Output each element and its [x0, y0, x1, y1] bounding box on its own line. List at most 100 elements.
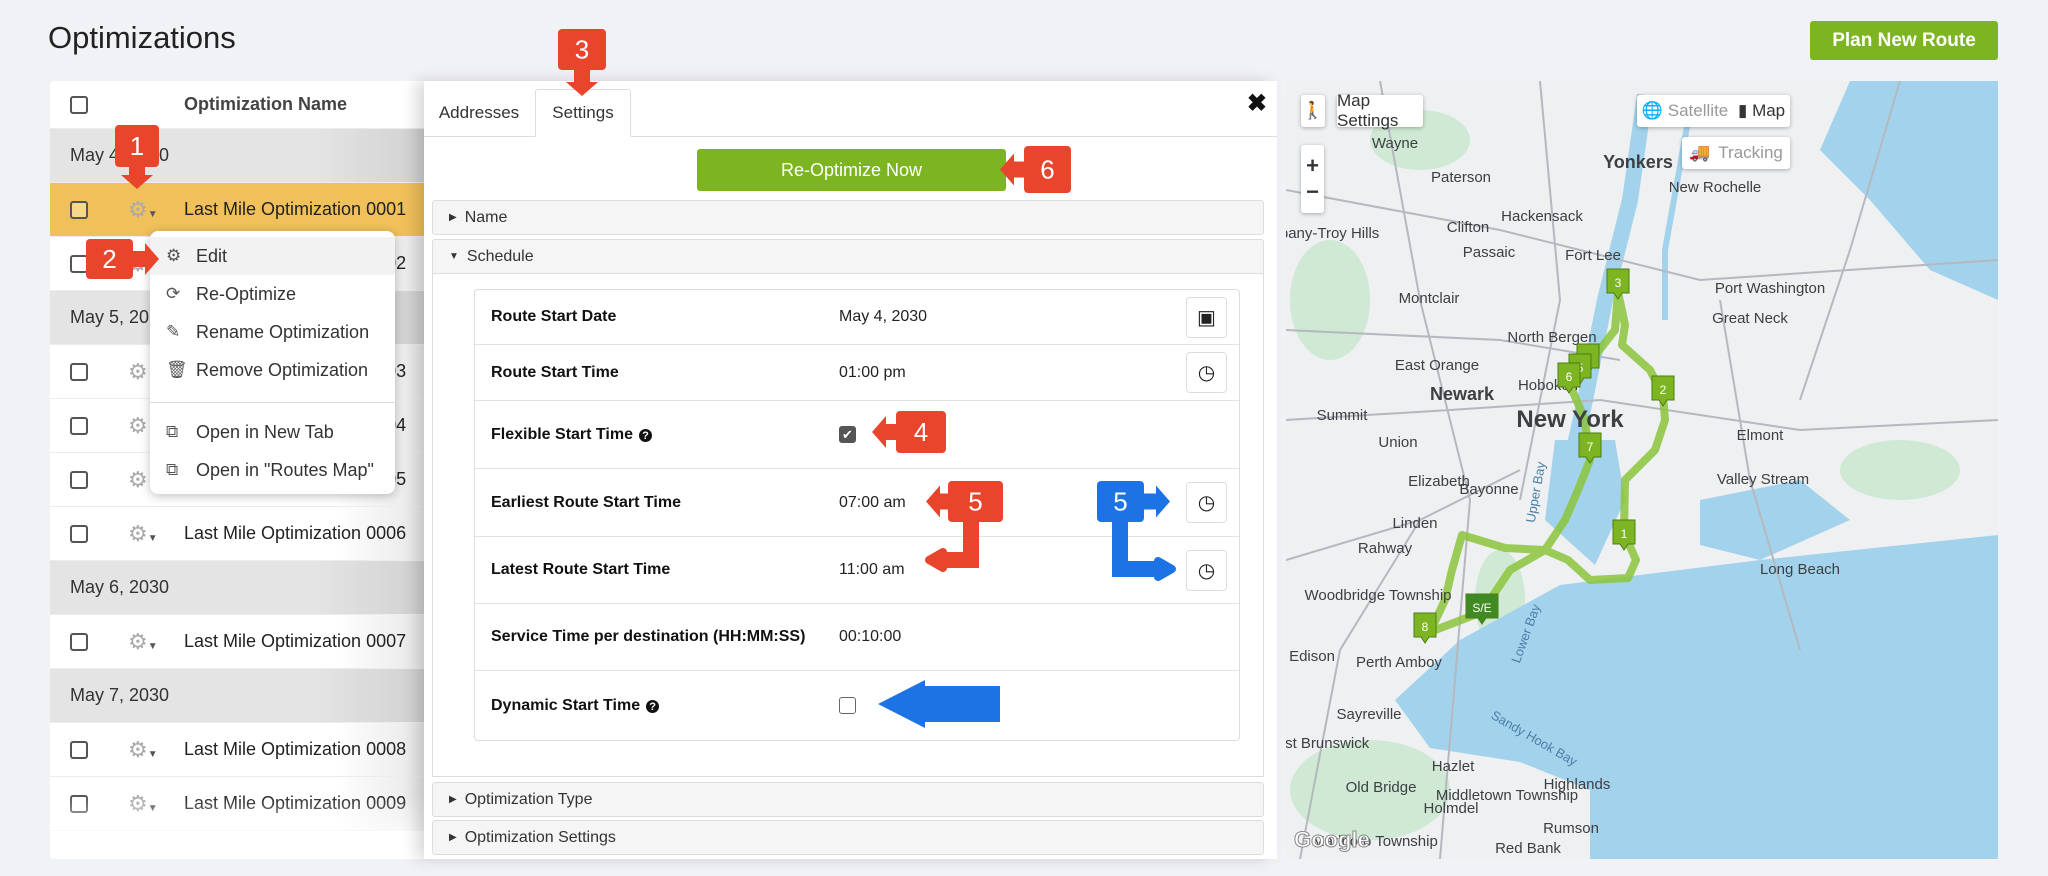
row-checkbox[interactable] [70, 524, 88, 543]
row-checkbox[interactable] [70, 794, 88, 813]
help-icon[interactable]: ? [646, 700, 660, 713]
tab-addresses[interactable]: Addresses [424, 89, 534, 137]
gear-menu-button[interactable]: ⚙▼ [128, 791, 162, 817]
schedule-row: Flexible Start Time? ✔ [475, 401, 1239, 469]
row-checkbox[interactable] [70, 632, 88, 651]
section-schedule[interactable]: ▼ Schedule [432, 239, 1264, 274]
checkbox[interactable] [839, 697, 856, 714]
row-checkbox[interactable] [70, 200, 88, 219]
zoom-out-button[interactable]: − [1306, 179, 1319, 205]
select-all-checkbox[interactable] [70, 95, 88, 114]
menu-item-label: Open in "Routes Map" [196, 459, 374, 480]
map-place-label: Hazlet [1432, 758, 1475, 775]
map-place-label: Passaic [1463, 244, 1516, 261]
map-place-label: Highlands [1544, 776, 1611, 793]
section-name[interactable]: ▶ Name [432, 200, 1264, 235]
calendar-button[interactable]: ▣ [1186, 296, 1227, 338]
schedule-value[interactable]: 11:00 am [839, 561, 905, 579]
date-group-header: May 7, 2030 [50, 669, 430, 723]
schedule-label: Latest Route Start Time [475, 561, 839, 579]
menu-item-open-in-routes-map[interactable]: ⧉ Open in "Routes Map" [150, 451, 395, 489]
map-place-label: Union [1378, 434, 1417, 451]
map-label: Map [1752, 101, 1786, 120]
marker-label: 2 [1660, 383, 1667, 397]
schedule-label: Earliest Route Start Time [475, 494, 839, 512]
row-checkbox[interactable] [70, 740, 88, 759]
list-item[interactable]: ⚙▼ Last Mile Optimization 0006 [50, 507, 430, 561]
re-optimize-now-button[interactable]: Re-Optimize Now [697, 149, 1006, 191]
google-logo: Google [1294, 827, 1371, 853]
gear-menu-button[interactable]: ⚙▼ [128, 737, 162, 763]
optimization-name[interactable]: Last Mile Optimization 0001 [184, 199, 406, 220]
gear-icon: ⚙ [128, 520, 148, 546]
gear-menu-button[interactable]: ⚙▼ [128, 197, 162, 223]
list-item[interactable]: ⚙▼ Last Mile Optimization 0007 [50, 615, 430, 669]
clock-button[interactable]: ◷ [1186, 482, 1227, 523]
optimization-name[interactable]: Last Mile Optimization 0008 [184, 739, 406, 760]
schedule-label: Service Time per destination (HH:MM:SS) [475, 628, 839, 646]
optimization-name[interactable]: Last Mile Optimization 0006 [184, 523, 406, 544]
date-group-header: May 6, 2030 [50, 561, 430, 615]
tracking-button[interactable]: 🚚 Tracking [1682, 137, 1790, 169]
route-map[interactable]: Wayne Paterson Hackensack Clifton Passaic For… [1286, 81, 1998, 859]
gear-menu-button[interactable]: ⚙▼ [128, 521, 162, 547]
list-item[interactable]: ⚙▼ Last Mile Optimization 0009 [50, 777, 430, 831]
satellite-label: Satellite [1667, 101, 1729, 120]
group-date: May 6, 2030 [70, 577, 170, 597]
gear-menu-button[interactable]: ⚙▼ [128, 629, 162, 655]
menu-item-open-in-new-tab[interactable]: ⧉ Open in New Tab [150, 413, 395, 451]
map-place-label: Perth Amboy [1356, 654, 1442, 671]
help-icon[interactable]: ? [638, 429, 652, 442]
schedule-row: Service Time per destination (HH:MM:SS) 0… [475, 604, 1239, 671]
list-item[interactable]: ⚙▼ Last Mile Optimization 0001 [50, 183, 430, 237]
map-place-label: Port Washington [1715, 280, 1825, 297]
street-view-pegman-icon[interactable]: 🚶 [1301, 95, 1325, 127]
zoom-in-button[interactable]: + [1306, 153, 1319, 179]
map-canvas[interactable]: Wayne Paterson Hackensack Clifton Passaic For… [1286, 81, 1998, 859]
menu-item-rename-optimization[interactable]: ✎ Rename Optimization [150, 313, 395, 351]
schedule-label: Dynamic Start Time? [475, 697, 839, 715]
caret-right-icon: ▶ [449, 212, 457, 223]
external-link-icon: ⧉ [166, 460, 179, 479]
map-place-label: Woodbridge Township [1304, 587, 1451, 604]
clock-button[interactable]: ◷ [1186, 549, 1227, 591]
group-date: May 4, 2030 [70, 145, 170, 165]
tracking-label: Tracking [1718, 143, 1783, 162]
caret-down-icon: ▼ [449, 251, 459, 262]
schedule-row: Route Start Date May 4, 2030 ▣ [475, 290, 1239, 345]
row-checkbox[interactable] [70, 470, 88, 489]
schedule-value[interactable]: May 4, 2030 [839, 308, 927, 326]
menu-item-edit[interactable]: ⚙ Edit [150, 237, 395, 275]
caret-right-icon: ▶ [449, 832, 457, 843]
map-button[interactable]: ▮ Map [1738, 101, 1785, 121]
map-place-label: Wayne [1372, 135, 1418, 152]
row-checkbox[interactable] [70, 254, 88, 273]
section-optimization-settings[interactable]: ▶ Optimization Settings [432, 820, 1264, 855]
clock-button[interactable]: ◷ [1186, 352, 1227, 393]
schedule-table: Route Start Date May 4, 2030 ▣ Route Start … [474, 289, 1240, 741]
menu-item-remove-optimization[interactable]: 🗑 Remove Optimization [150, 351, 395, 389]
schedule-value[interactable]: 07:00 am [839, 494, 906, 512]
optimization-name[interactable]: Last Mile Optimization 0007 [184, 631, 406, 652]
tab-settings[interactable]: Settings [535, 89, 631, 137]
step-number: 3 [575, 35, 589, 65]
map-settings-button[interactable]: Map Settings [1337, 91, 1423, 130]
row-checkbox[interactable] [70, 416, 88, 435]
checkbox[interactable]: ✔ [839, 426, 856, 443]
list-item[interactable]: ⚙▼ Last Mile Optimization 0008 [50, 723, 430, 777]
refresh-icon: ⟳ [166, 284, 181, 303]
section-optimization-type[interactable]: ▶ Optimization Type [432, 782, 1264, 817]
schedule-label: Route Start Time [475, 364, 839, 382]
plan-new-route-button[interactable]: Plan New Route [1810, 21, 1998, 60]
close-icon[interactable]: ✖ [1247, 89, 1267, 118]
gear-icon: ⚙ [128, 250, 148, 276]
schedule-value[interactable]: 01:00 pm [839, 364, 906, 382]
schedule-label: Route Start Date [475, 308, 839, 326]
satellite-button[interactable]: 🌐 Satellite [1642, 101, 1728, 121]
schedule-value[interactable]: 00:10:00 [839, 628, 901, 646]
row-checkbox[interactable] [70, 362, 88, 381]
menu-item-re-optimize[interactable]: ⟳ Re-Optimize [150, 275, 395, 313]
schedule-label: Flexible Start Time? [475, 426, 839, 444]
map-place-label: Edison [1289, 648, 1335, 665]
optimization-name[interactable]: Last Mile Optimization 0009 [184, 793, 406, 814]
